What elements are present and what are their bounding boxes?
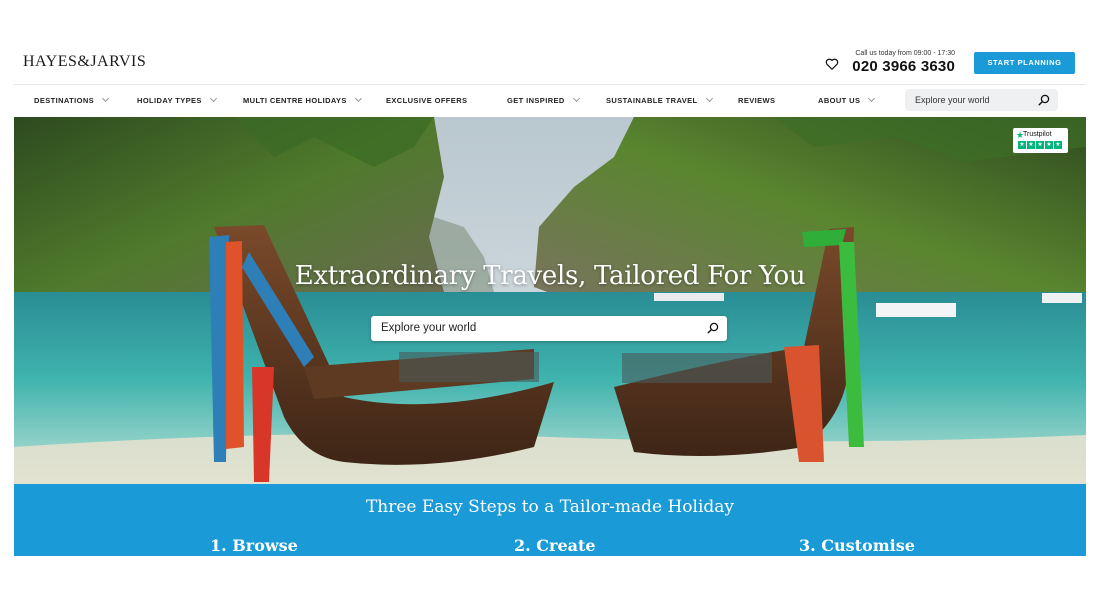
hero-banner: ★ Trustpilot ★ ★ ★ ★ ★ Extraordinary Tra… [14,117,1086,484]
main-nav: DESTINATIONS HOLIDAY TYPES MULTI CENTRE … [14,84,1086,118]
site-header: HAYES&JARVIS Call us today from 09:00 - … [14,40,1086,84]
chevron-down-icon [209,94,217,103]
trustpilot-badge[interactable]: ★ Trustpilot ★ ★ ★ ★ ★ [1013,128,1068,153]
nav-item-destinations[interactable]: DESTINATIONS [34,94,110,105]
trustpilot-rating: ★ ★ ★ ★ ★ [1018,141,1062,149]
step-browse: 1. Browse [210,536,298,555]
step-create: 2. Create [514,536,596,555]
nav-label: HOLIDAY TYPES [137,96,202,105]
chevron-down-icon [705,94,713,103]
search-icon[interactable] [707,322,719,334]
call-hours: Call us today from 09:00 - 17:30 [855,50,955,57]
hero-image [14,117,1086,484]
call-us: Call us today from 09:00 - 17:30 020 396… [852,50,955,75]
nav-label: MULTI CENTRE HOLIDAYS [243,96,347,105]
search-icon[interactable] [1038,94,1050,106]
hero-search-placeholder: Explore your world [381,322,477,334]
nav-label: GET INSPIRED [507,96,565,105]
nav-label: ABOUT US [818,96,861,105]
star-icon: ★ [1036,141,1044,149]
nav-item-multi-centre[interactable]: MULTI CENTRE HOLIDAYS [243,94,362,105]
chevron-down-icon [102,94,110,103]
star-icon: ★ [1054,141,1062,149]
steps-title: Three Easy Steps to a Tailor-made Holida… [365,497,735,517]
trustpilot-label: Trustpilot [1023,131,1052,138]
nav-item-sustainable-travel[interactable]: SUSTAINABLE TRAVEL [606,94,713,105]
start-planning-button[interactable]: START PLANNING [974,52,1075,74]
star-icon: ★ [1045,141,1053,149]
search-placeholder: Explore your world [915,95,990,105]
nav-item-holiday-types[interactable]: HOLIDAY TYPES [137,94,217,105]
nav-item-reviews[interactable]: REVIEWS [738,96,775,105]
phone-number[interactable]: 020 3966 3630 [852,58,955,75]
star-icon: ★ [1018,141,1026,149]
nav-item-get-inspired[interactable]: GET INSPIRED [507,94,580,105]
site-logo[interactable]: HAYES&JARVIS [23,53,146,71]
nav-label: EXCLUSIVE OFFERS [386,96,468,105]
chevron-down-icon [572,94,580,103]
nav-label: SUSTAINABLE TRAVEL [606,96,698,105]
step-customise: 3. Customise [799,536,915,555]
hero-title: Extraordinary Travels, Tailored For You [294,261,806,291]
nav-label: DESTINATIONS [34,96,95,105]
website: HAYES&JARVIS Call us today from 09:00 - … [14,40,1086,556]
heart-icon[interactable] [825,57,839,71]
star-icon: ★ [1027,141,1035,149]
chevron-down-icon [868,94,876,103]
nav-label: REVIEWS [738,96,776,105]
chevron-down-icon [354,94,362,103]
steps-section: Three Easy Steps to a Tailor-made Holida… [14,484,1086,556]
nav-item-exclusive-offers[interactable]: EXCLUSIVE OFFERS [386,96,467,105]
hero-search-input[interactable]: Explore your world [371,316,727,341]
nav-item-about-us[interactable]: ABOUT US [818,94,876,105]
nav-search-input[interactable]: Explore your world [905,89,1058,111]
